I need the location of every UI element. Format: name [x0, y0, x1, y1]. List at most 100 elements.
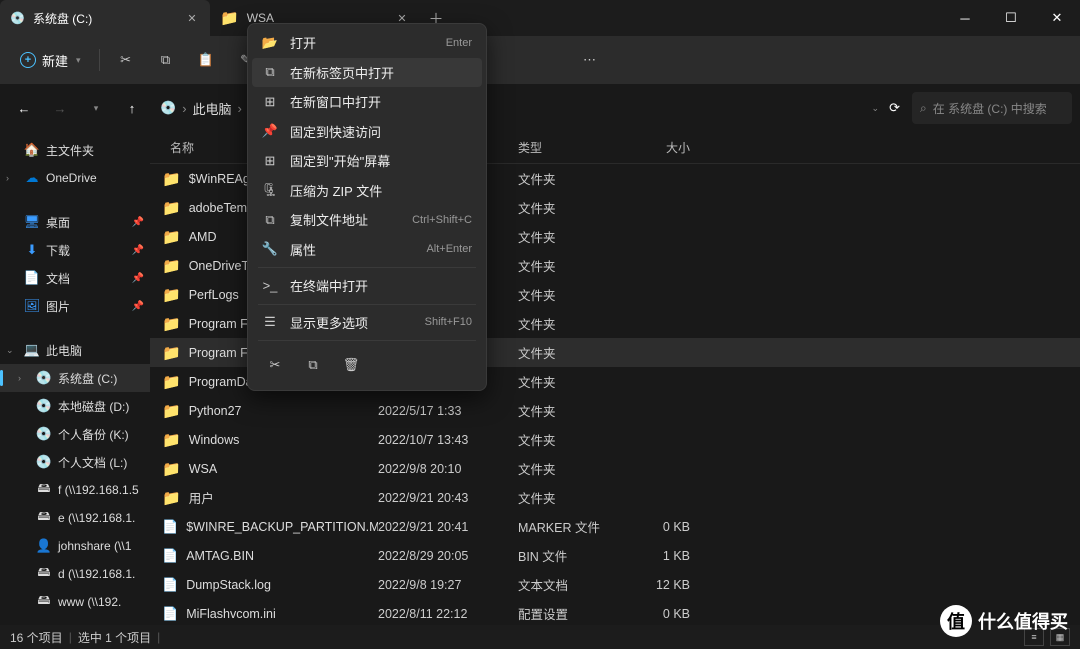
- breadcrumb-pc[interactable]: 此电脑: [193, 99, 232, 118]
- menu-item-shortcut: Enter: [446, 37, 472, 49]
- forward-button[interactable]: →: [44, 92, 76, 124]
- menu-item-icon: ☰: [262, 314, 278, 330]
- more-icon[interactable]: ⋯: [572, 42, 608, 78]
- close-button[interactable]: ✕: [1034, 0, 1080, 36]
- back-button[interactable]: ←: [8, 92, 40, 124]
- drive-icon: 💿: [160, 100, 176, 116]
- download-icon: ⬇: [24, 242, 40, 258]
- refresh-button[interactable]: ⟳: [889, 100, 900, 116]
- sidebar-drive[interactable]: 💿 个人文档 (L:): [0, 448, 150, 476]
- table-row[interactable]: 📄DumpStack.log 2022/9/8 19:27 文本文档 12 KB: [150, 570, 1080, 599]
- sidebar-drive[interactable]: 💿 本地磁盘 (D:): [0, 392, 150, 420]
- file-date: 2022/9/21 20:41: [378, 520, 518, 534]
- sidebar-drive[interactable]: 🖴 f (\\192.168.1.5: [0, 476, 150, 504]
- file-type: 文件夹: [518, 372, 630, 391]
- minimize-button[interactable]: ─: [942, 0, 988, 36]
- table-row[interactable]: 📁用户 2022/9/21 20:43 文件夹: [150, 483, 1080, 512]
- file-type: BIN 文件: [518, 546, 630, 565]
- menu-item-label: 属性: [290, 240, 316, 259]
- file-date: 2022/8/29 20:05: [378, 549, 518, 563]
- sidebar-item-label: 系统盘 (C:): [58, 370, 117, 387]
- context-menu-item[interactable]: 📂 打开 Enter: [252, 28, 482, 58]
- menu-item-icon: 🗜: [262, 182, 278, 198]
- sidebar-downloads[interactable]: ⬇ 下载📌: [0, 236, 150, 264]
- window-controls: ─ ☐ ✕: [942, 0, 1080, 36]
- context-menu-item[interactable]: 🔧 属性 Alt+Enter: [252, 235, 482, 265]
- context-menu-item[interactable]: ⊞ 在新窗口中打开: [252, 87, 482, 117]
- up-button[interactable]: ↑: [116, 92, 148, 124]
- delete-button[interactable]: 🗑: [334, 350, 368, 380]
- menu-divider: [258, 304, 476, 305]
- folder-icon: 📁: [162, 344, 181, 362]
- menu-item-label: 在新标签页中打开: [290, 63, 394, 82]
- table-row[interactable]: 📁Python27 2022/5/17 1:33 文件夹: [150, 396, 1080, 425]
- status-bar: 16 个项目 | 选中 1 个项目 | ≡ ▦: [0, 625, 1080, 649]
- chevron-right-icon[interactable]: ›: [6, 173, 18, 183]
- chevron-down-icon[interactable]: ▾: [80, 92, 112, 124]
- table-row[interactable]: 📁WSA 2022/9/8 20:10 文件夹: [150, 454, 1080, 483]
- chevron-icon[interactable]: ›: [18, 373, 30, 383]
- sidebar-item-label: 下载: [46, 242, 70, 259]
- chevron-down-icon[interactable]: ⌄: [872, 103, 880, 114]
- close-tab-icon[interactable]: ✕: [184, 10, 200, 26]
- context-menu-item[interactable]: >_ 在终端中打开: [252, 271, 482, 301]
- sidebar-drive[interactable]: 🖴 d (\\192.168.1.: [0, 560, 150, 588]
- folder-icon: 📁: [162, 170, 181, 188]
- column-type[interactable]: 类型: [518, 139, 630, 156]
- paste-icon[interactable]: 📋: [188, 42, 224, 78]
- sidebar-documents[interactable]: 📄 文档📌: [0, 264, 150, 292]
- sidebar-home[interactable]: 🏠 主文件夹: [0, 136, 150, 164]
- folder-icon: 📁: [162, 431, 181, 449]
- folder-icon: 📁: [220, 9, 239, 27]
- chevron-down-icon[interactable]: ⌄: [6, 345, 18, 356]
- copy-icon[interactable]: ⧉: [148, 42, 184, 78]
- menu-item-icon: ⊞: [262, 94, 278, 110]
- context-menu-item[interactable]: 🗜 压缩为 ZIP 文件: [252, 176, 482, 206]
- sidebar-drive[interactable]: 💿 个人备份 (K:): [0, 420, 150, 448]
- drive-icon: 💿: [10, 11, 25, 25]
- sidebar-drive[interactable]: 👤 johnshare (\\1: [0, 532, 150, 560]
- new-button[interactable]: + 新建 ▾: [10, 45, 91, 76]
- folder-icon: 📁: [162, 257, 181, 275]
- column-size[interactable]: 大小: [630, 139, 690, 156]
- context-menu-item[interactable]: ⊞ 固定到"开始"屏幕: [252, 146, 482, 176]
- table-row[interactable]: 📄$WINRE_BACKUP_PARTITION.MARKER 2022/9/2…: [150, 512, 1080, 541]
- file-date: 2022/9/8 19:27: [378, 578, 518, 592]
- sidebar-drive[interactable]: 🖴 e (\\192.168.1.: [0, 504, 150, 532]
- sidebar-item-label: OneDrive: [46, 171, 97, 185]
- cut-button[interactable]: ✂: [258, 350, 292, 380]
- sidebar: 🏠 主文件夹 › ☁ OneDrive 🖥 桌面📌 ⬇ 下载📌 📄 文档📌 🖼 …: [0, 132, 150, 625]
- menu-item-shortcut: Alt+Enter: [426, 243, 472, 255]
- menu-item-shortcut: Ctrl+Shift+C: [412, 214, 472, 226]
- tab-active[interactable]: 💿 系统盘 (C:) ✕: [0, 0, 210, 36]
- navbar: ← → ▾ ↑ 💿 › 此电脑 › 系统盘 ⌄ ⟳ ⌕ 在 系统盘 (C:) 中…: [0, 84, 1080, 132]
- menu-item-icon: 🔧: [262, 241, 278, 257]
- context-menu-item[interactable]: ☰ 显示更多选项 Shift+F10: [252, 308, 482, 338]
- context-menu-item[interactable]: ⧉ 复制文件地址 Ctrl+Shift+C: [252, 205, 482, 235]
- context-menu-item[interactable]: ⧉ 在新标签页中打开: [252, 58, 482, 88]
- toolbar: + 新建 ▾ ✂ ⧉ 📋 ✎ ↗ ⋯: [0, 36, 1080, 84]
- sidebar-onedrive[interactable]: › ☁ OneDrive: [0, 164, 150, 192]
- table-row[interactable]: 📄AMTAG.BIN 2022/8/29 20:05 BIN 文件 1 KB: [150, 541, 1080, 570]
- sidebar-thispc[interactable]: ⌄ 💻 此电脑: [0, 336, 150, 364]
- menu-item-shortcut: Shift+F10: [425, 316, 472, 328]
- copy-button[interactable]: ⧉: [296, 350, 330, 380]
- file-type: 文件夹: [518, 198, 630, 217]
- menu-item-label: 打开: [290, 33, 316, 52]
- status-selected: 选中 1 个项目: [78, 629, 151, 646]
- search-input[interactable]: ⌕ 在 系统盘 (C:) 中搜索: [912, 92, 1072, 124]
- table-row[interactable]: 📁Windows 2022/10/7 13:43 文件夹: [150, 425, 1080, 454]
- file-type: MARKER 文件: [518, 517, 630, 536]
- sidebar-drive[interactable]: › 💿 系统盘 (C:): [0, 364, 150, 392]
- sidebar-desktop[interactable]: 🖥 桌面📌: [0, 208, 150, 236]
- cut-icon[interactable]: ✂: [108, 42, 144, 78]
- maximize-button[interactable]: ☐: [988, 0, 1034, 36]
- file-name: AMTAG.BIN: [186, 549, 254, 563]
- context-menu-item[interactable]: 📌 固定到快速访问: [252, 117, 482, 147]
- context-toolbar: ✂ ⧉ 🗑: [252, 344, 482, 386]
- file-type: 文件夹: [518, 169, 630, 188]
- home-icon: 🏠: [24, 142, 40, 158]
- sidebar-drive[interactable]: 🖴 www (\\192.: [0, 588, 150, 616]
- sidebar-pictures[interactable]: 🖼 图片📌: [0, 292, 150, 320]
- file-icon: 📄: [162, 606, 178, 622]
